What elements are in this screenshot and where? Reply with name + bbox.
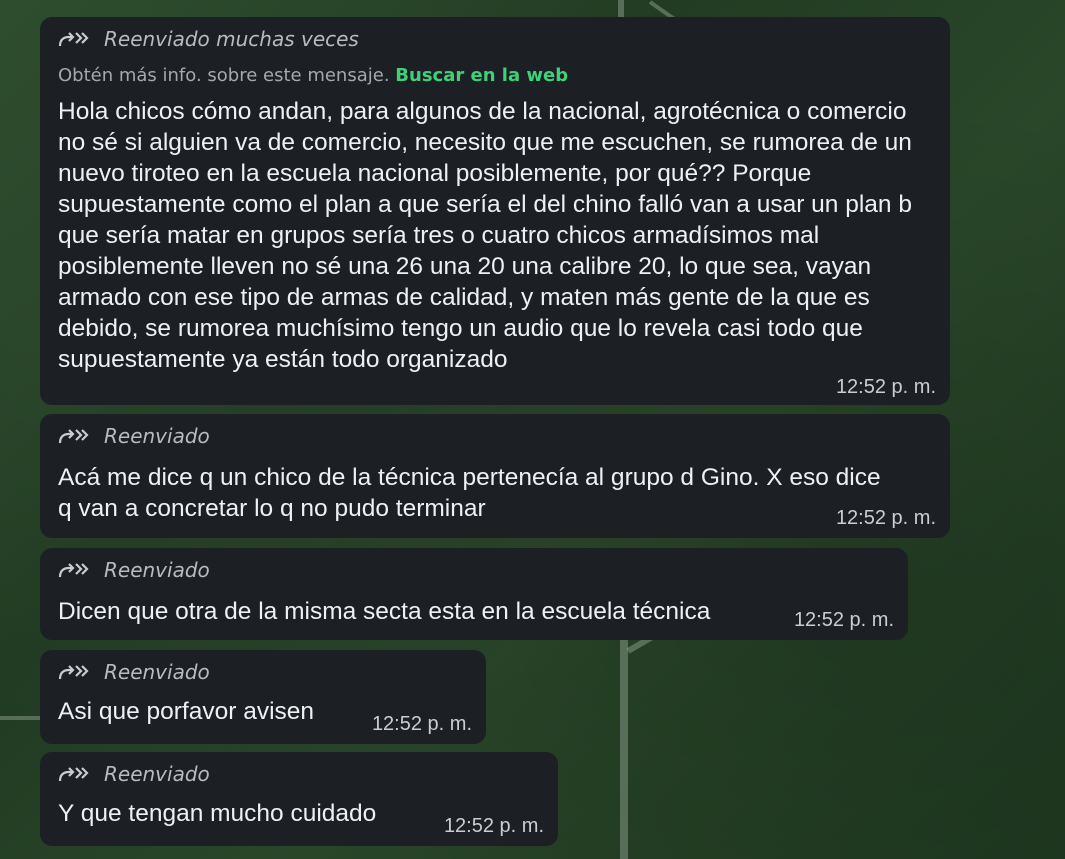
forwarded-header: Reenviado [58,762,540,786]
info-text: Obtén más info. sobre este mensaje. [58,65,390,86]
forwarded-label: Reenviado [104,660,210,684]
double-chevron-forward-icon [58,563,89,578]
forwarded-header: Reenviado muchas veces [58,27,932,51]
message-time: 12:52 p. m. [835,507,936,529]
forwarded-header: Reenviado [58,424,932,448]
message-text: Hola chicos cómo andan, para algunos de … [58,98,912,373]
double-chevron-forward-icon [58,665,89,680]
forwarded-label: Reenviado muchas veces [104,27,359,51]
message-time: 12:52 p. m. [835,376,936,398]
message-bubble[interactable]: Reenviado Dicen que otra de la misma sec… [40,548,908,640]
double-chevron-forward-icon [58,767,89,782]
message-time: 12:52 p. m. [443,815,544,837]
message-bubble[interactable]: Reenviado muchas veces Obtén más info. s… [40,17,950,405]
forwarded-label: Reenviado [104,558,210,582]
message-bubble[interactable]: Reenviado Asi que porfavor avisen 12:52 … [40,650,486,744]
message-time: 12:52 p. m. [371,713,472,735]
forwarded-label: Reenviado [104,762,210,786]
message-text: Dicen que otra de la misma secta esta en… [58,598,711,625]
message-bubble[interactable]: Reenviado Y que tengan mucho cuidado 12:… [40,752,558,846]
message-time: 12:52 p. m. [793,609,894,631]
forwarded-label: Reenviado [104,424,210,448]
double-chevron-forward-icon [58,32,89,47]
search-web-link[interactable]: Buscar en la web [395,65,568,86]
message-bubble[interactable]: Reenviado Acá me dice q un chico de la t… [40,414,950,538]
forwarded-header: Reenviado [58,558,890,582]
double-chevron-forward-icon [58,429,89,444]
chat-area[interactable]: Reenviado muchas veces Obtén más info. s… [0,0,1065,859]
forwarded-header: Reenviado [58,660,468,684]
message-info: Obtén más info. sobre este mensaje. Busc… [58,65,932,86]
message-text: Acá me dice q un chico de la técnica per… [58,464,881,522]
